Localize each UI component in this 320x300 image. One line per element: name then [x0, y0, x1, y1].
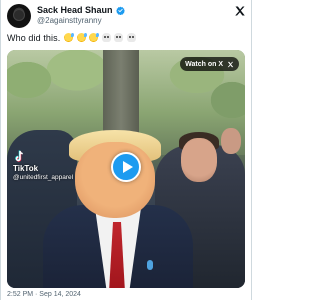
- author-handle[interactable]: @2againsttyranny: [37, 16, 102, 25]
- watch-on-x-button[interactable]: Watch on X: [180, 57, 239, 71]
- tweet-text: Who did this.: [7, 33, 136, 43]
- skull-emoji-icon: [126, 33, 136, 42]
- grinning-sweat-emoji-icon: [63, 33, 74, 42]
- author-name-row[interactable]: Sack Head Shaun: [37, 5, 125, 15]
- tweet-timestamp[interactable]: 2:52 PM · Sep 14, 2024: [7, 291, 81, 298]
- skull-emoji-icon: [114, 33, 124, 42]
- tweet-text-content: Who did this.: [7, 33, 61, 43]
- video-man-face: [75, 142, 155, 218]
- verified-badge-icon: [115, 6, 125, 15]
- video-face-right: [181, 138, 217, 182]
- skull-emoji-icon: [101, 33, 111, 42]
- watch-on-x-label: Watch on X: [185, 60, 223, 68]
- video-lapel-pin: [147, 260, 153, 270]
- video-media[interactable]: Watch on X TikTok @unitedfirst_apparel: [7, 50, 245, 288]
- tiktok-username: @unitedfirst_apparel: [13, 174, 74, 181]
- grinning-sweat-emoji-icon: [76, 33, 87, 42]
- author-name[interactable]: Sack Head Shaun: [37, 5, 113, 15]
- tweet-header: Sack Head Shaun @2againsttyranny: [7, 4, 247, 30]
- tweet-card: Sack Head Shaun @2againsttyranny Who did…: [0, 0, 252, 300]
- grinning-sweat-emoji-icon: [89, 33, 100, 42]
- video-face-far: [221, 128, 241, 154]
- x-logo-icon[interactable]: [234, 5, 246, 17]
- tiktok-logo-icon: [15, 150, 23, 162]
- play-icon[interactable]: [111, 152, 141, 182]
- avatar[interactable]: [7, 4, 31, 28]
- x-logo-icon: [227, 61, 234, 67]
- tiktok-watermark: TikTok @unitedfirst_apparel: [13, 150, 73, 181]
- tiktok-brand: TikTok: [13, 164, 39, 173]
